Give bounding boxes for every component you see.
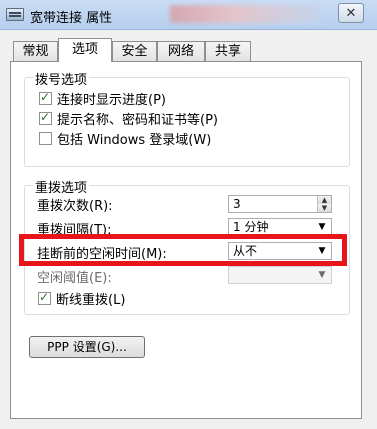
prompt-credentials-checkbox[interactable] <box>39 110 52 125</box>
tab-label: 选项 <box>71 42 98 57</box>
chevron-down-icon[interactable]: ▼ <box>316 219 328 235</box>
close-icon: ✕ <box>345 5 357 21</box>
blurred-title-region <box>170 5 320 23</box>
redial-attempts-spinner[interactable]: ▲ ▼ <box>317 196 331 212</box>
ppp-settings-label: PPP 设置(G)... <box>47 340 127 354</box>
tab-general[interactable]: 常规 <box>13 41 58 61</box>
close-button[interactable]: ✕ <box>338 3 364 23</box>
redial-attempts-label: 重拨次数(R): <box>37 199 113 214</box>
include-windows-domain-label: 包括 Windows 登录域(W) <box>57 132 212 148</box>
network-connection-icon <box>6 8 24 21</box>
redial-interval-value: 1 分钟 <box>233 220 269 234</box>
chevron-down-icon[interactable]: ▼ <box>316 267 328 283</box>
tab-label: 网络 <box>167 44 194 59</box>
tab-label: 安全 <box>121 44 148 59</box>
include-windows-domain-checkbox[interactable] <box>39 131 52 145</box>
redial-on-drop-label: 断线重拨(L) <box>56 292 126 308</box>
dialing-options-legend: 拨号选项 <box>33 69 90 88</box>
tab-network[interactable]: 网络 <box>157 41 205 61</box>
idle-threshold-combobox[interactable]: ▼ <box>228 266 332 284</box>
tab-sharing[interactable]: 共享 <box>205 41 251 61</box>
redial-options-legend: 重拨选项 <box>33 177 90 196</box>
show-progress-checkbox-row[interactable]: 连接时显示进度(P) <box>39 90 166 108</box>
tab-label: 共享 <box>214 44 241 59</box>
redial-on-drop-checkbox-row[interactable]: 断线重拨(L) <box>38 290 126 308</box>
redial-attempts-spinbox[interactable]: 3 ▲ ▼ <box>228 195 332 213</box>
ppp-settings-button[interactable]: PPP 设置(G)... <box>29 336 145 358</box>
window-title: 宽带连接 属性 <box>30 11 113 26</box>
show-progress-checkbox[interactable] <box>39 90 52 105</box>
redial-attempts-value: 3 <box>233 197 241 211</box>
tab-label: 常规 <box>22 44 49 59</box>
redial-on-drop-checkbox[interactable] <box>38 290 51 305</box>
tab-security[interactable]: 安全 <box>112 41 157 61</box>
idle-threshold-label: 空闲阈值(E): <box>37 271 112 286</box>
spin-down-icon[interactable]: ▼ <box>318 204 331 212</box>
tab-options[interactable]: 选项 <box>58 38 112 62</box>
include-windows-domain-checkbox-row[interactable]: 包括 Windows 登录域(W) <box>39 130 212 148</box>
show-progress-label: 连接时显示进度(P) <box>57 92 166 108</box>
prompt-credentials-checkbox-row[interactable]: 提示名称、密码和证书等(P) <box>39 110 218 128</box>
dialing-options-group: 拨号选项 连接时显示进度(P) 提示名称、密码和证书等(P) 包括 Window… <box>24 69 350 167</box>
prompt-credentials-label: 提示名称、密码和证书等(P) <box>57 112 218 128</box>
title-bar: 宽带连接 属性 ✕ <box>0 0 377 30</box>
highlight-box <box>19 234 347 266</box>
spin-up-icon[interactable]: ▲ <box>318 196 331 204</box>
